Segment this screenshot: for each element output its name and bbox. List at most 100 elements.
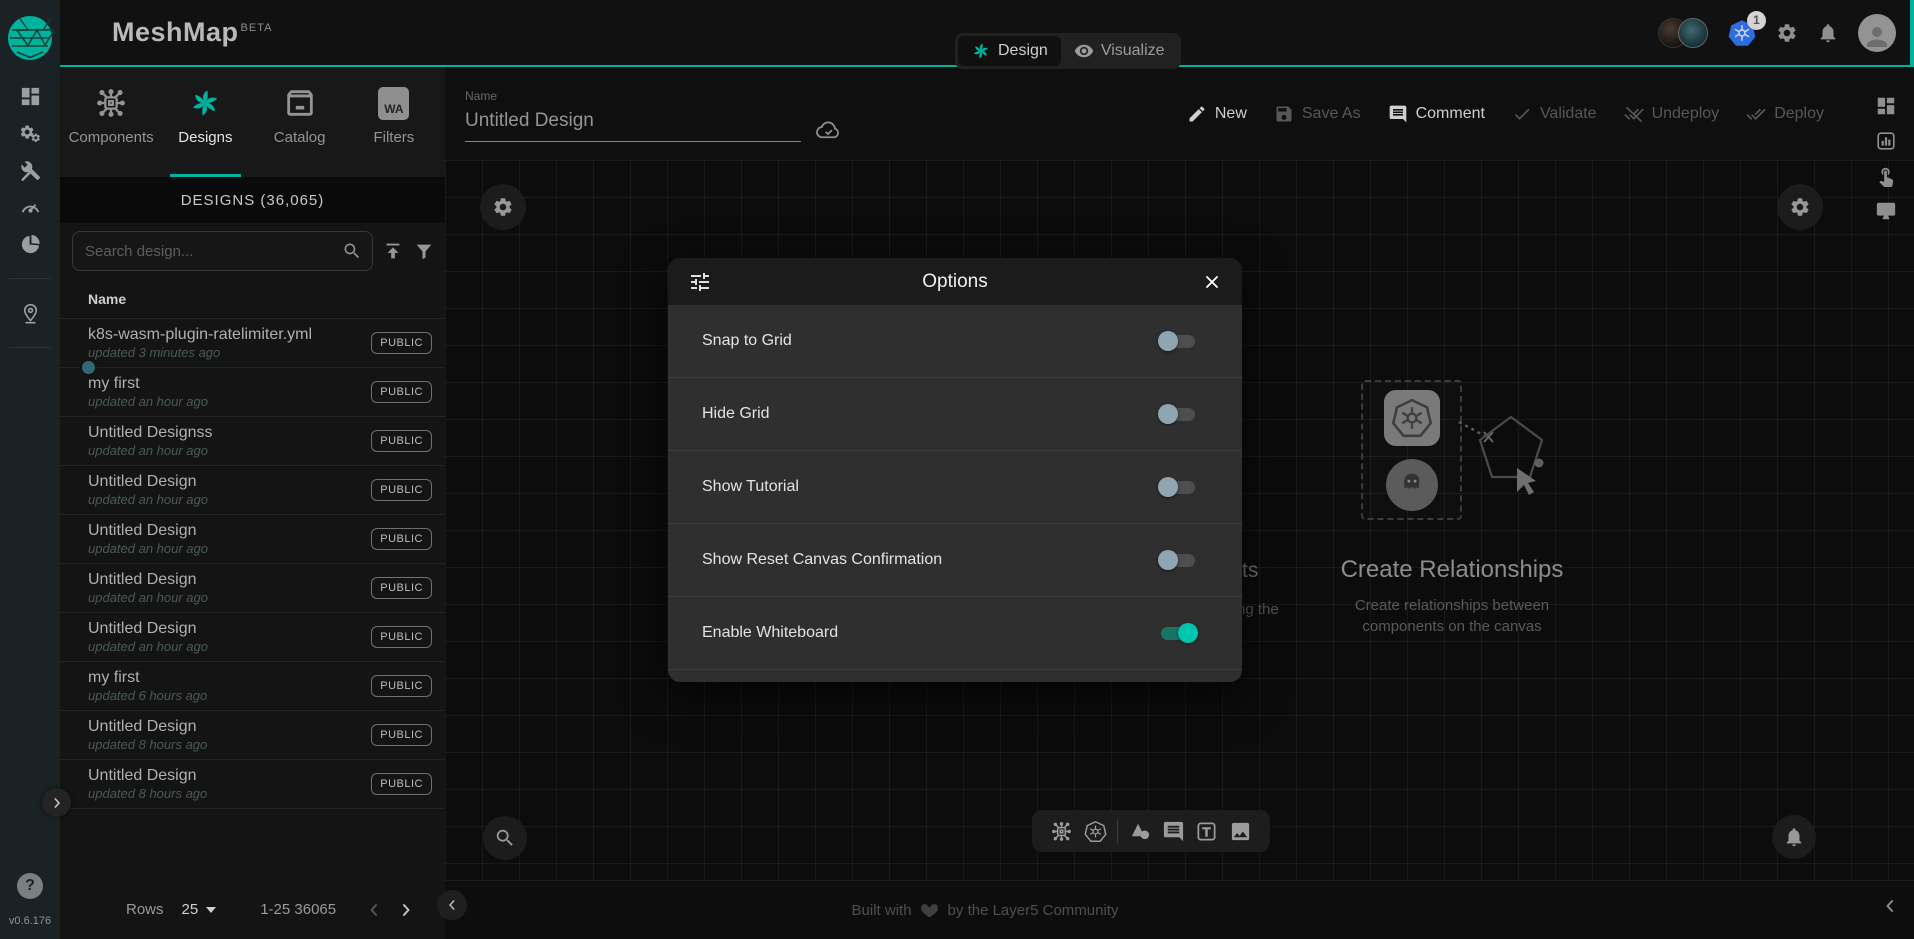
design-name-field[interactable]: Name Untitled Design bbox=[465, 89, 801, 142]
validate-button[interactable]: Validate bbox=[1512, 104, 1597, 124]
modal-title: Options bbox=[728, 271, 1182, 293]
nav-toolkit-icon[interactable] bbox=[12, 158, 48, 182]
gear-icon bbox=[1789, 196, 1811, 218]
nav-performance-icon[interactable] bbox=[12, 195, 48, 219]
panel-tabs: Components Designs Catalog WA Filters bbox=[60, 67, 445, 177]
wasm-icon: WA bbox=[378, 87, 409, 120]
nav-meshmap-icon[interactable] bbox=[12, 301, 48, 325]
analytics-icon[interactable] bbox=[1875, 130, 1897, 152]
list-item[interactable]: Untitled Designupdated an hour ago PUBLI… bbox=[60, 466, 445, 515]
nav-extensions-icon[interactable] bbox=[12, 232, 48, 256]
filter-icon[interactable] bbox=[413, 240, 435, 262]
zoom-button[interactable] bbox=[483, 816, 527, 860]
nav-lifecycle-icon[interactable] bbox=[12, 121, 48, 145]
option-label: Show Reset Canvas Confirmation bbox=[702, 551, 942, 569]
footer-prefix: Built with bbox=[852, 902, 912, 919]
design-updated: updated an hour ago bbox=[88, 394, 371, 409]
profile-avatar[interactable] bbox=[1858, 14, 1896, 52]
list-item[interactable]: Untitled Designupdated an hour ago PUBLI… bbox=[60, 613, 445, 662]
list-item[interactable]: my firstupdated an hour ago PUBLIC bbox=[60, 368, 445, 417]
rail-expand-button[interactable] bbox=[42, 788, 71, 817]
import-design-icon[interactable] bbox=[382, 240, 404, 262]
new-label: New bbox=[1215, 105, 1247, 123]
toggle-show-reset-canvas-confirmation[interactable] bbox=[1158, 550, 1198, 570]
design-name: my first bbox=[88, 375, 371, 393]
tab-catalog[interactable]: Catalog bbox=[253, 67, 347, 177]
toggle-enable-whiteboard[interactable] bbox=[1158, 623, 1198, 643]
catalog-icon bbox=[283, 86, 317, 120]
meshery-logo-icon[interactable] bbox=[6, 14, 54, 62]
list-item[interactable]: Untitled Designssupdated an hour ago PUB… bbox=[60, 417, 445, 466]
options-list: Snap to Grid Hide Grid Show Tutorial Sho… bbox=[668, 305, 1242, 682]
app-title: MeshMapBETA bbox=[112, 17, 272, 48]
search-box bbox=[72, 231, 373, 271]
tab-design[interactable]: Design bbox=[958, 36, 1061, 66]
tune-sliders-icon bbox=[688, 270, 728, 294]
touch-interaction-icon[interactable] bbox=[1875, 165, 1897, 187]
list-item[interactable]: my firstupdated 6 hours ago PUBLIC bbox=[60, 662, 445, 711]
collaborator-avatars[interactable] bbox=[1658, 18, 1708, 48]
list-item[interactable]: Untitled Designupdated 8 hours ago PUBLI… bbox=[60, 711, 445, 760]
toggle-snap-to-grid[interactable] bbox=[1158, 331, 1198, 351]
display-icon[interactable] bbox=[1875, 200, 1897, 222]
option-label: Hide Grid bbox=[702, 405, 770, 423]
dock-text-icon[interactable] bbox=[1195, 820, 1218, 843]
rows-per-page-select[interactable]: 25 bbox=[182, 901, 217, 918]
footer-collapse-icon[interactable] bbox=[1880, 896, 1900, 916]
toggle-hide-grid[interactable] bbox=[1158, 404, 1198, 424]
layout-grid-icon[interactable] bbox=[1875, 95, 1897, 117]
dock-media-icon[interactable] bbox=[1229, 820, 1252, 843]
dock-comment-icon[interactable] bbox=[1162, 820, 1185, 843]
design-updated: updated an hour ago bbox=[88, 443, 371, 458]
chevron-right-icon bbox=[49, 795, 65, 811]
toggle-show-tutorial[interactable] bbox=[1158, 477, 1198, 497]
comment-button[interactable]: Comment bbox=[1388, 104, 1485, 124]
design-name: Untitled Design bbox=[88, 473, 371, 491]
search-input[interactable] bbox=[85, 243, 342, 260]
canvas-notify-button[interactable] bbox=[1772, 815, 1816, 859]
tab-visualize[interactable]: Visualize bbox=[1061, 36, 1178, 66]
search-icon[interactable] bbox=[342, 241, 362, 261]
k8s-context-switcher[interactable]: 1 bbox=[1727, 18, 1757, 48]
save-as-button[interactable]: Save As bbox=[1274, 104, 1361, 124]
hint-desc-line1: Create relationships between bbox=[1355, 597, 1549, 614]
tab-components[interactable]: Components bbox=[64, 67, 158, 177]
top-header: MeshMapBETA Design Visualize 1 bbox=[60, 0, 1914, 67]
list-item[interactable]: Untitled Designupdated an hour ago PUBLI… bbox=[60, 515, 445, 564]
list-item[interactable]: Untitled Designupdated an hour ago PUBLI… bbox=[60, 564, 445, 613]
next-page-icon[interactable] bbox=[396, 900, 416, 920]
list-item[interactable]: k8s-wasm-plugin-ratelimiter.ymlupdated 3… bbox=[60, 319, 445, 368]
dock-shapes-icon[interactable] bbox=[1129, 820, 1152, 843]
deploy-button[interactable]: Deploy bbox=[1746, 104, 1824, 124]
canvas-components-gear-button[interactable] bbox=[480, 184, 526, 230]
tab-designs[interactable]: Designs bbox=[158, 67, 252, 177]
magnifier-icon bbox=[494, 827, 516, 849]
nav-dashboard-icon[interactable] bbox=[12, 84, 48, 108]
name-field-value[interactable]: Untitled Design bbox=[465, 110, 801, 132]
help-icon[interactable]: ? bbox=[17, 873, 43, 899]
design-name: Untitled Design bbox=[88, 718, 371, 736]
panel-collapse-button[interactable] bbox=[437, 890, 467, 920]
options-modal-header: Options bbox=[668, 258, 1242, 305]
design-name: Untitled Design bbox=[88, 522, 371, 540]
visibility-badge: PUBLIC bbox=[371, 626, 432, 648]
prev-page-icon[interactable] bbox=[364, 900, 384, 920]
avatar[interactable] bbox=[1678, 18, 1708, 48]
tab-filters[interactable]: WA Filters bbox=[347, 67, 441, 177]
visibility-badge: PUBLIC bbox=[371, 332, 432, 354]
close-icon[interactable] bbox=[1182, 272, 1222, 292]
visibility-badge: PUBLIC bbox=[371, 381, 432, 403]
design-updated: updated 8 hours ago bbox=[88, 786, 371, 801]
settings-gear-icon[interactable] bbox=[1776, 22, 1798, 44]
new-button[interactable]: New bbox=[1187, 104, 1247, 124]
comment-icon bbox=[1388, 104, 1408, 124]
canvas-settings-button[interactable] bbox=[1777, 184, 1823, 230]
dock-kubernetes-icon[interactable] bbox=[1084, 820, 1107, 843]
notifications-bell-icon[interactable] bbox=[1817, 22, 1839, 44]
visibility-badge: PUBLIC bbox=[371, 675, 432, 697]
dock-components-icon[interactable] bbox=[1050, 820, 1073, 843]
undeploy-button[interactable]: Undeploy bbox=[1624, 104, 1720, 124]
list-item[interactable]: Untitled Designupdated 8 hours ago PUBLI… bbox=[60, 760, 445, 809]
design-list: k8s-wasm-plugin-ratelimiter.ymlupdated 3… bbox=[60, 319, 445, 880]
design-updated: updated an hour ago bbox=[88, 541, 371, 556]
